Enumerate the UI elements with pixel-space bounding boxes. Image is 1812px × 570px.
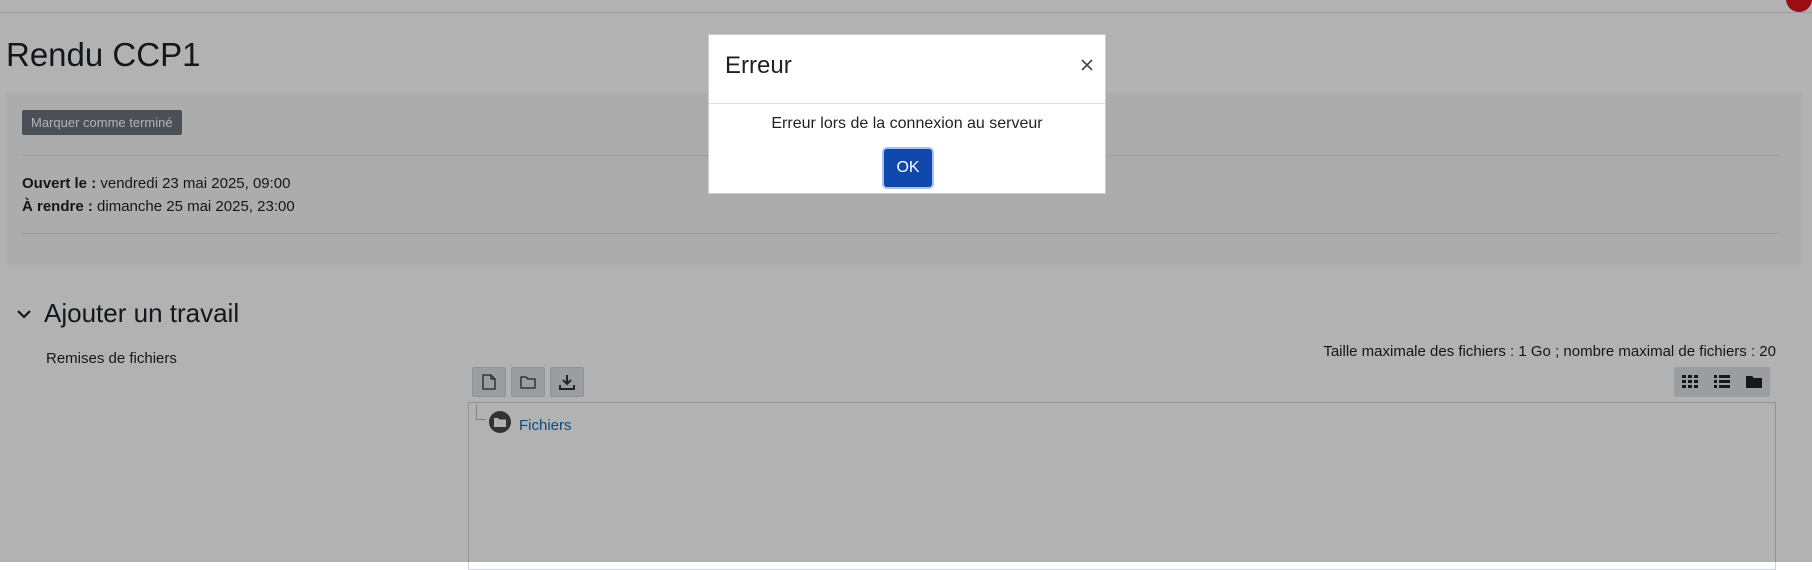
ok-button[interactable]: OK <box>884 149 932 187</box>
modal-header: Erreur <box>709 35 1105 104</box>
error-dialog: Erreur Erreur lors de la connexion au se… <box>708 34 1106 194</box>
modal-message: Erreur lors de la connexion au serveur <box>771 115 1043 132</box>
close-icon[interactable] <box>1079 57 1095 73</box>
modal-title: Erreur <box>725 52 792 79</box>
